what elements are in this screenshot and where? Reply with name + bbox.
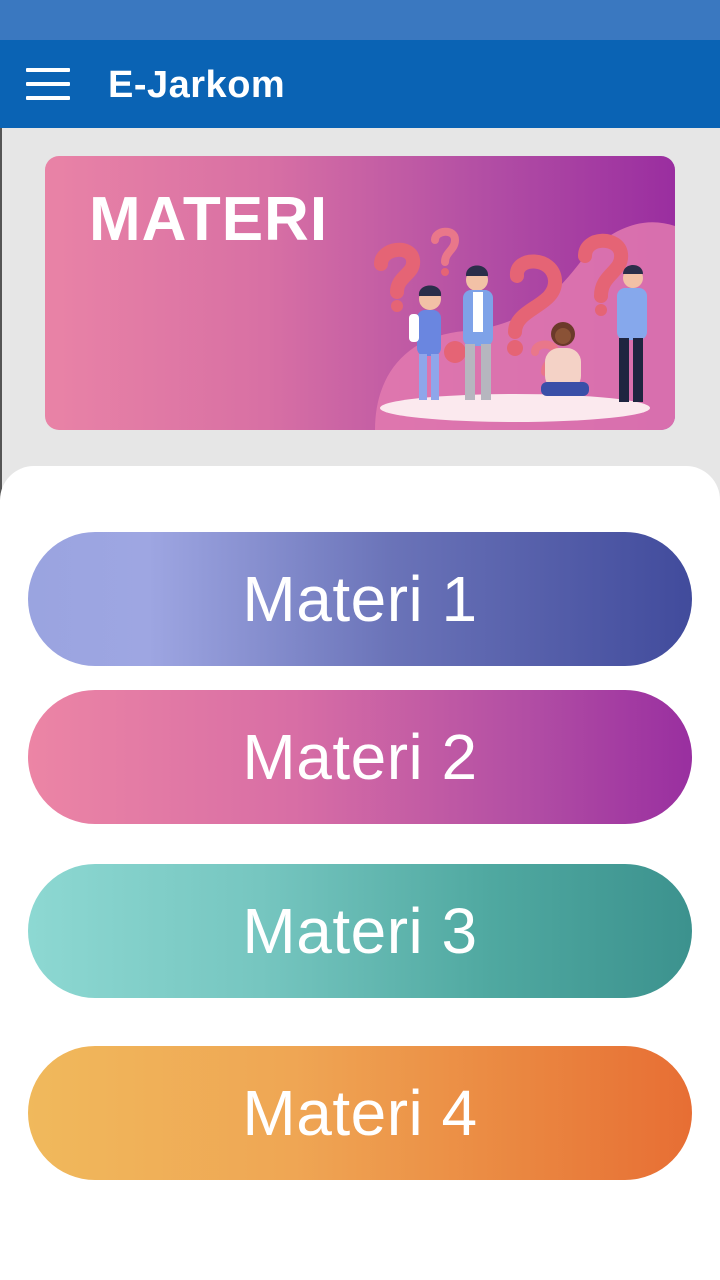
materi-4-label: Materi 4	[242, 1077, 478, 1149]
materi-3-button[interactable]: Materi 3	[28, 864, 692, 998]
app-title: E-Jarkom	[108, 64, 286, 106]
status-bar	[0, 0, 720, 40]
hamburger-menu-icon[interactable]	[16, 54, 80, 114]
materi-2-button[interactable]: Materi 2	[28, 690, 692, 824]
materi-3-label: Materi 3	[242, 895, 478, 967]
materi-1-button[interactable]: Materi 1	[28, 532, 692, 666]
app-bar: E-Jarkom	[0, 40, 720, 128]
banner-title: MATERI	[89, 185, 329, 254]
materi-1-label: Materi 1	[242, 563, 478, 635]
materi-banner: MATERI	[45, 156, 675, 430]
materi-4-button[interactable]: Materi 4	[28, 1046, 692, 1180]
materi-2-label: Materi 2	[242, 721, 478, 793]
